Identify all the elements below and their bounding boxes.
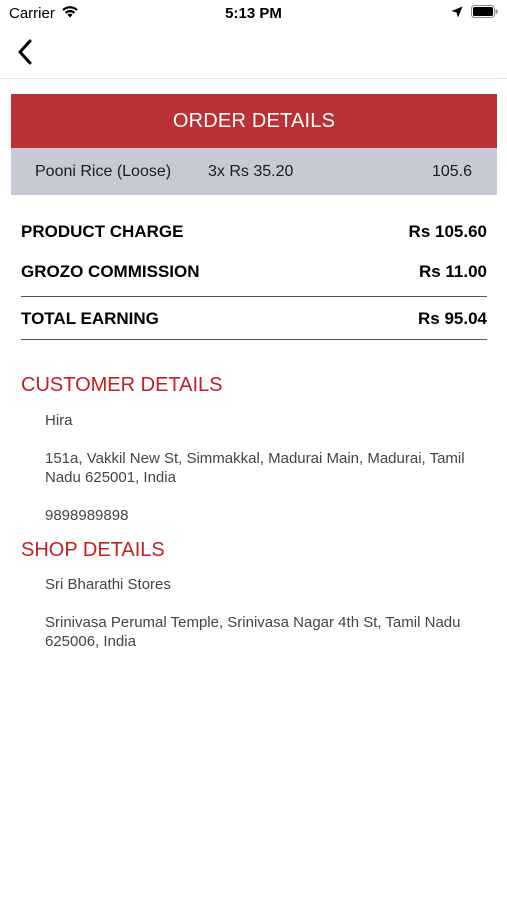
shop-address: Srinivasa Perumal Temple, Srinivasa Naga… (45, 614, 461, 650)
commission-value: Rs 11.00 (418, 262, 487, 281)
chevron-left-icon (17, 39, 33, 70)
item-quantity-price: 3x Rs 35.20 (208, 163, 294, 180)
total-earning-value: Rs 95.04 (418, 309, 487, 328)
product-charge-row: PRODUCT CHARGE Rs 105.60 (21, 222, 487, 242)
battery-icon (471, 5, 498, 23)
commission-row: GROZO COMMISSION Rs 11.00 (21, 262, 487, 282)
summary-divider-bottom (21, 339, 487, 340)
back-button[interactable] (10, 38, 40, 70)
shop-details-title: SHOP DETAILS (21, 539, 165, 561)
total-earning-label: TOTAL EARNING (21, 309, 159, 328)
navigation-bar (0, 30, 507, 79)
customer-name: Hira (45, 412, 73, 429)
status-bar: Carrier 5:13 PM (0, 0, 507, 30)
order-details-header: ORDER DETAILS (11, 94, 497, 148)
location-arrow-icon (451, 5, 463, 23)
item-name: Pooni Rice (Loose) (35, 163, 172, 180)
summary-divider-top (21, 296, 487, 297)
status-time: 5:13 PM (225, 5, 282, 22)
customer-details-title: CUSTOMER DETAILS (21, 374, 223, 396)
status-right-icons (451, 5, 498, 23)
order-item-row: Pooni Rice (Loose) 3x Rs 35.20 105.6 (11, 148, 497, 195)
product-charge-value: Rs 105.60 (408, 222, 487, 241)
item-total: 105.6 (431, 163, 472, 180)
total-earning-row: TOTAL EARNING Rs 95.04 (21, 309, 487, 329)
customer-address: 151a, Vakkil New St, Simmakkal, Madurai … (45, 450, 465, 486)
product-charge-label: PRODUCT CHARGE (21, 222, 184, 241)
customer-phone[interactable]: 9898989898 (45, 506, 485, 525)
shop-name: Sri Bharathi Stores (45, 576, 171, 593)
commission-label: GROZO COMMISSION (21, 262, 200, 281)
